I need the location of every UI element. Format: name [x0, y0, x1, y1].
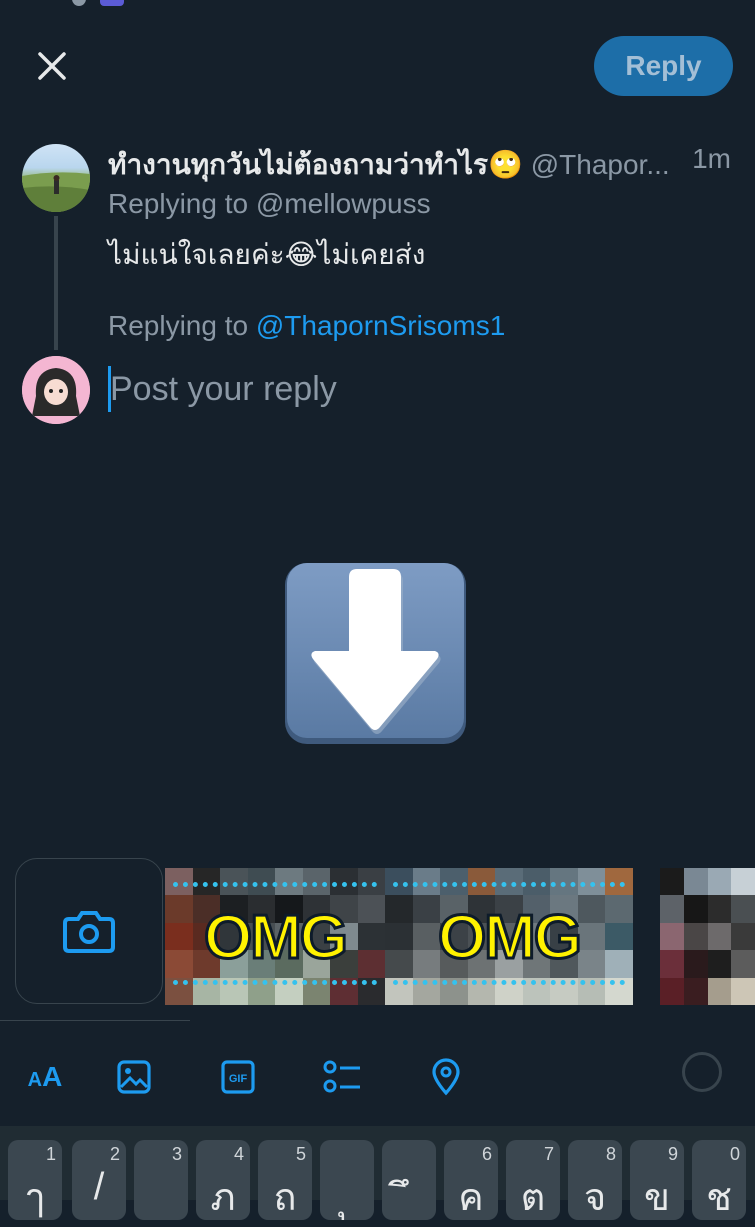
post-time: 1m — [692, 143, 731, 174]
keyboard-key[interactable]: 9ข — [630, 1140, 684, 1220]
composer-toolbar: AA GIF — [0, 1045, 755, 1105]
status-icon — [72, 0, 86, 6]
gif-thumbnail[interactable]: OMG — [165, 868, 385, 1005]
keyboard-key[interactable]: 5ถ — [258, 1140, 312, 1220]
svg-text:GIF: GIF — [229, 1073, 248, 1085]
keyboard-key[interactable]: 3 — [134, 1140, 188, 1220]
signal-battery-icons — [585, 0, 715, 4]
gif-caption: OMG — [202, 902, 349, 974]
post-header: ทำงานทุกวันไม่ต้องถามว่าทำไร🙄 @Thapor...… — [108, 143, 733, 183]
app-notification-icon — [100, 0, 124, 6]
composer-replying-line: Replying to @ThapornSrisoms1 — [108, 310, 505, 342]
gif-thumbnail[interactable] — [660, 868, 755, 1005]
reply-button[interactable]: Reply — [594, 36, 733, 96]
keyboard-key[interactable]: 6ค — [444, 1140, 498, 1220]
keyboard-key[interactable]: 0ช — [692, 1140, 746, 1220]
location-icon — [432, 1058, 460, 1096]
camera-button[interactable] — [15, 858, 163, 1004]
keyboard-key[interactable]: ุ — [320, 1140, 374, 1220]
add-gif-button[interactable]: GIF — [216, 1055, 260, 1099]
keyboard: 1ๅ 2/ 3 4ภ 5ถ ุ ึ 6ค 7ต 8จ 9ข 0ช — [0, 1126, 755, 1220]
media-picker: OMG OMG — [0, 858, 755, 1006]
replying-to-handle[interactable]: @mellowpuss — [256, 188, 431, 219]
reply-input[interactable]: Post your reply — [108, 366, 708, 414]
add-poll-button[interactable] — [320, 1055, 364, 1099]
gif-thumbnail[interactable]: OMG — [385, 868, 633, 1005]
status-bar — [0, 0, 755, 10]
keyboard-key[interactable]: 4ภ — [196, 1140, 250, 1220]
replying-to-line: Replying to @mellowpuss — [108, 188, 431, 220]
keyboard-key[interactable]: 7ต — [506, 1140, 560, 1220]
text-format-icon: AA — [27, 1061, 63, 1092]
image-icon — [117, 1060, 151, 1094]
character-counter — [682, 1052, 722, 1092]
composer-replying-handle[interactable]: @ThapornSrisoms1 — [256, 310, 505, 341]
keyboard-key[interactable]: 8จ — [568, 1140, 622, 1220]
author-avatar[interactable] — [22, 144, 90, 212]
text-format-button[interactable]: AA — [22, 1055, 68, 1099]
add-image-button[interactable] — [112, 1055, 156, 1099]
replying-to-label: Replying to — [108, 188, 249, 219]
gif-icon: GIF — [221, 1060, 255, 1094]
author-name[interactable]: ทำงานทุกวันไม่ต้องถามว่าทำไร🙄 — [108, 149, 523, 180]
add-location-button[interactable] — [424, 1055, 468, 1099]
author-handle[interactable]: @Thapor... — [531, 149, 670, 180]
close-button[interactable] — [28, 42, 76, 90]
down-arrow-emoji-icon — [285, 563, 466, 744]
close-icon — [38, 52, 66, 80]
keyboard-key[interactable]: 1ๅ — [8, 1140, 62, 1220]
keyboard-key[interactable]: ึ — [382, 1140, 436, 1220]
composer-replying-label: Replying to — [108, 310, 249, 341]
thread-connector — [54, 216, 58, 350]
post-text: ไม่แน่ใจเลยค่ะ😂ไม่เคยส่ง — [108, 239, 426, 270]
gif-caption: OMG — [436, 902, 583, 974]
camera-icon — [63, 911, 115, 953]
keyboard-key[interactable]: 2/ — [72, 1140, 126, 1220]
reply-placeholder: Post your reply — [110, 370, 337, 408]
poll-icon — [323, 1060, 360, 1093]
toolbar-divider — [0, 1020, 190, 1021]
user-avatar[interactable] — [22, 356, 90, 424]
